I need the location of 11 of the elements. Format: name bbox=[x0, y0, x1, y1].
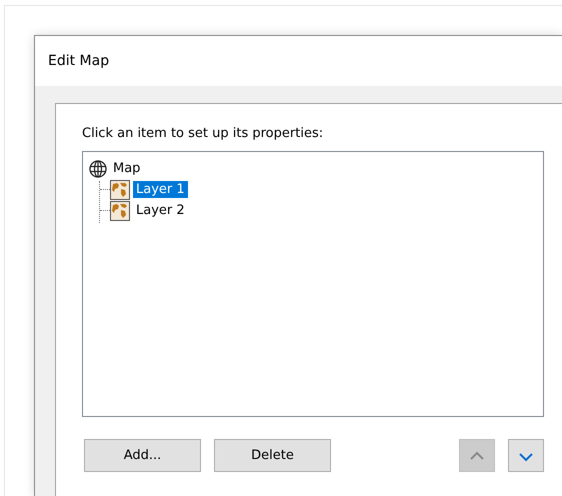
tree-item[interactable]: Layer 2 bbox=[133, 202, 188, 219]
tree-item[interactable]: Map bbox=[110, 160, 144, 177]
move-down-button[interactable] bbox=[508, 439, 544, 472]
world-map-icon bbox=[110, 200, 130, 220]
add-button[interactable]: Add... bbox=[84, 439, 201, 472]
window-title: Edit Map bbox=[48, 53, 110, 69]
instruction-text: Click an item to set up its properties: bbox=[82, 126, 324, 141]
world-map-icon bbox=[110, 180, 130, 200]
tree-item[interactable]: Layer 1 bbox=[133, 181, 188, 198]
globe-icon bbox=[89, 160, 107, 178]
delete-button[interactable]: Delete bbox=[214, 439, 331, 472]
